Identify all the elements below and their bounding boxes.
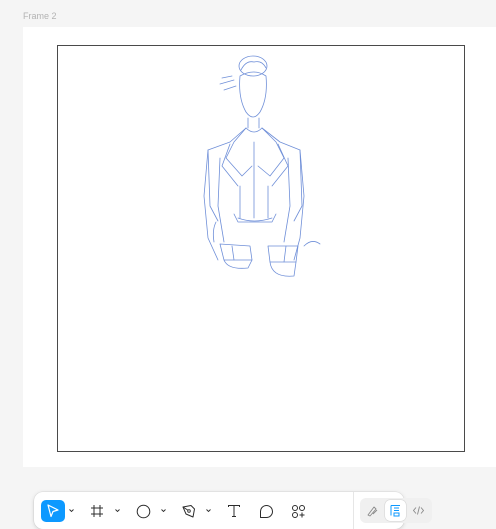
ellipse-tool-button[interactable]: [135, 500, 151, 522]
illustration-image[interactable]: [57, 45, 465, 452]
text-icon: [228, 505, 240, 517]
sketch-left-cuff: [219, 243, 253, 261]
pen-tool-button[interactable]: [180, 500, 196, 522]
ellipse-tool-chevron-down-icon[interactable]: [161, 508, 166, 513]
dev-mode-icon: [412, 506, 425, 515]
move-tool-button[interactable]: [41, 500, 65, 522]
fashion-sketch-illustration: [203, 55, 321, 277]
bottom-toolbar: [34, 492, 432, 529]
toolbar-divider: [353, 492, 354, 529]
frame-2[interactable]: [23, 27, 496, 467]
ellipse-icon: [136, 504, 150, 518]
sketch-right-sleeve: [293, 149, 305, 261]
draw-mode-icon: [367, 506, 378, 517]
design-mode-button[interactable]: [385, 500, 406, 521]
sketch-left-sleeve: [203, 149, 219, 261]
sketch-head: [239, 71, 267, 118]
comment-icon: [259, 504, 273, 518]
text-tool-button[interactable]: [226, 500, 242, 522]
sketch-right-cuff: [267, 245, 299, 263]
dev-mode-button[interactable]: [408, 500, 429, 521]
comment-tool-button[interactable]: [258, 500, 274, 522]
frame-icon: [91, 505, 103, 517]
frame-tool-button[interactable]: [89, 500, 105, 522]
pen-icon: [182, 504, 195, 517]
frame-label[interactable]: Frame 2: [23, 11, 57, 21]
move-tool-chevron-down-icon[interactable]: [69, 508, 74, 513]
mode-switcher: [360, 498, 432, 523]
draw-mode-button[interactable]: [362, 500, 383, 521]
actions-tool-button[interactable]: [290, 500, 306, 522]
actions-icon: [291, 504, 305, 518]
move-icon: [47, 504, 59, 518]
frame-tool-chevron-down-icon[interactable]: [115, 508, 120, 513]
design-mode-icon: [390, 505, 400, 517]
pen-tool-chevron-down-icon[interactable]: [206, 508, 211, 513]
